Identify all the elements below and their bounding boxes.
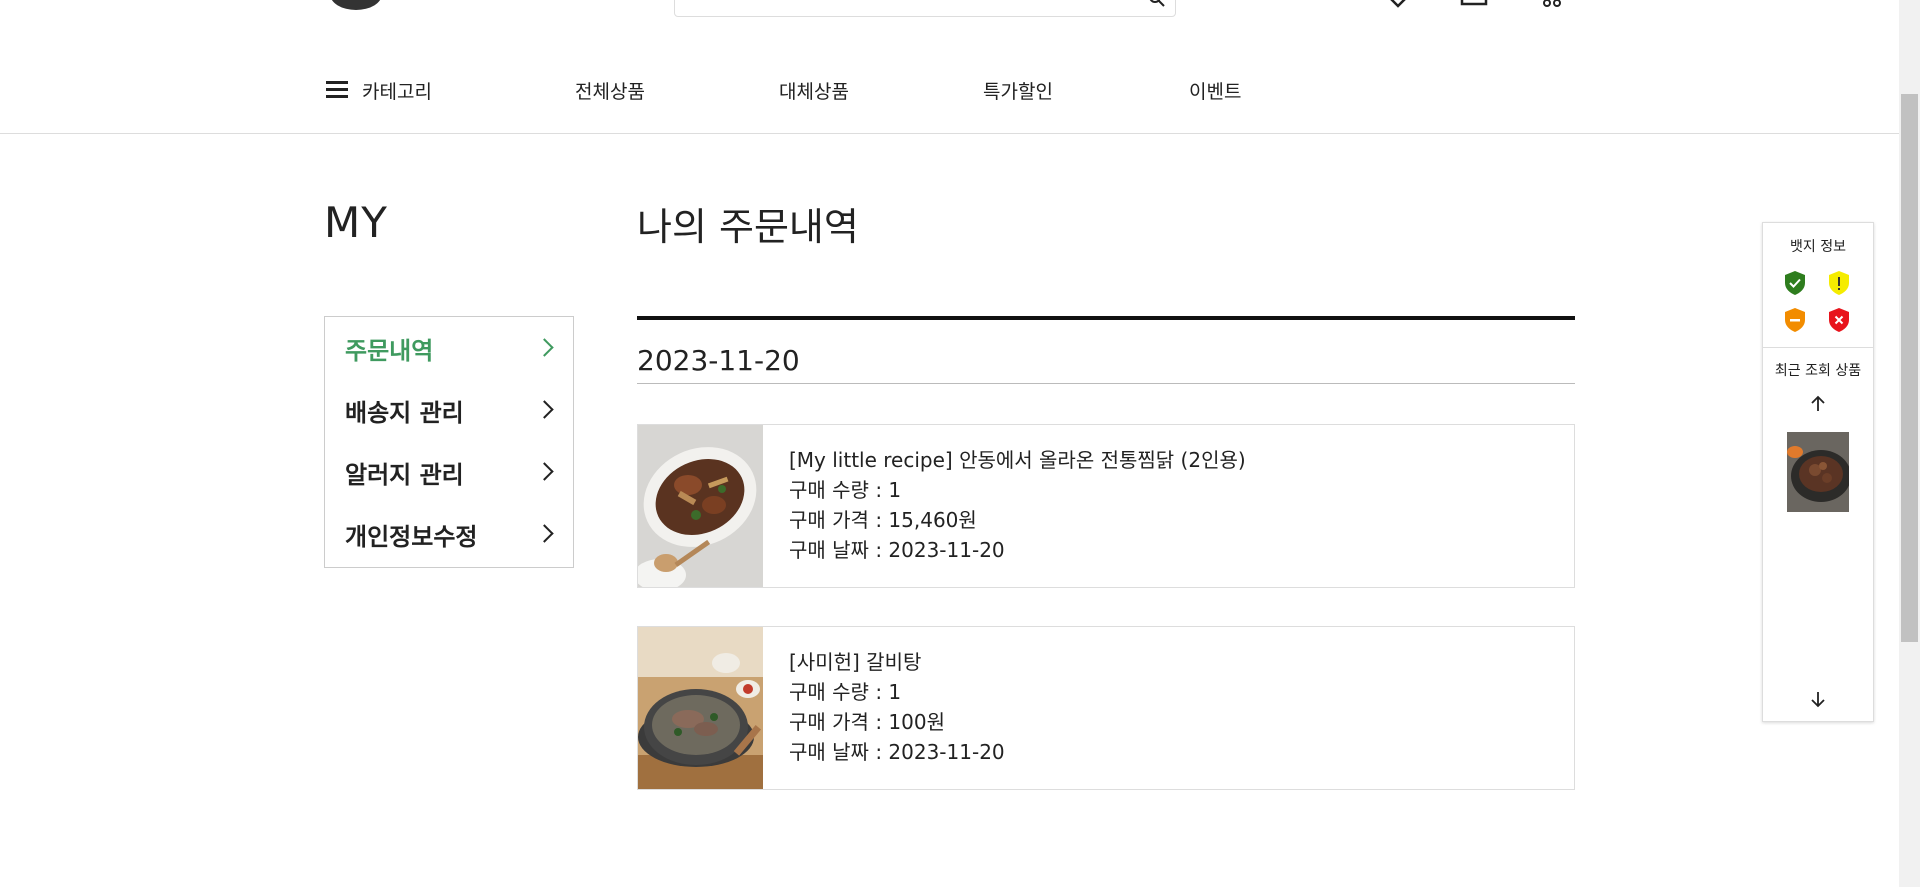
product-thumbnail[interactable] bbox=[638, 627, 763, 789]
order-quantity: 구매 수량 : 1 bbox=[789, 478, 902, 502]
order-card[interactable]: [My little recipe] 안동에서 올라온 전통찜닭 (2인용) 구… bbox=[637, 424, 1575, 588]
product-thumbnail[interactable] bbox=[638, 425, 763, 587]
warning-shield-icon bbox=[1829, 271, 1849, 295]
side-item-orders[interactable]: 주문내역 bbox=[325, 317, 573, 379]
search-input[interactable] bbox=[674, 0, 1176, 17]
order-date-heading: 2023-11-20 bbox=[637, 344, 800, 377]
side-item-label: 주문내역 bbox=[345, 336, 434, 365]
location-icon[interactable] bbox=[1383, 0, 1413, 10]
page-title: 나의 주문내역 bbox=[637, 205, 859, 249]
arrow-up-icon[interactable] bbox=[1809, 395, 1827, 413]
hamburger-icon[interactable] bbox=[326, 81, 348, 99]
badge-panel: 뱃지 정보 최근 조회 상품 bbox=[1762, 222, 1874, 722]
top-header bbox=[0, 0, 1899, 20]
nav-category[interactable]: 카테고리 bbox=[362, 77, 432, 104]
nav-all-products[interactable]: 전체상품 bbox=[575, 77, 645, 104]
chevron-right-icon bbox=[535, 400, 554, 419]
divider bbox=[637, 383, 1575, 384]
side-item-label: 개인정보수정 bbox=[345, 522, 478, 551]
side-item-allergy[interactable]: 알러지 관리 bbox=[325, 441, 573, 503]
product-name[interactable]: [My little recipe] 안동에서 올라온 전통찜닭 (2인용) bbox=[789, 445, 1246, 475]
divider bbox=[637, 316, 1575, 320]
order-quantity: 구매 수량 : 1 bbox=[789, 680, 902, 704]
side-item-addresses[interactable]: 배송지 관리 bbox=[325, 379, 573, 441]
divider bbox=[1763, 347, 1873, 348]
nav-substitute-products[interactable]: 대체상품 bbox=[779, 77, 849, 104]
cart-icon[interactable] bbox=[1535, 0, 1565, 10]
search-icon[interactable] bbox=[1149, 0, 1165, 7]
logo[interactable] bbox=[330, 0, 382, 10]
main-nav: 카테고리 전체상품 대체상품 특가할인 이벤트 bbox=[0, 60, 1899, 134]
chevron-right-icon bbox=[535, 462, 554, 481]
box-icon[interactable] bbox=[1459, 0, 1489, 10]
order-info: [사미헌] 갈비탕 구매 수량 : 1 구매 가격 : 100원 구매 날짜 :… bbox=[789, 647, 1005, 767]
side-item-label: 알러지 관리 bbox=[345, 460, 464, 489]
check-shield-icon bbox=[1785, 271, 1805, 295]
my-page-title: MY bbox=[324, 198, 388, 247]
chevron-right-icon bbox=[535, 338, 554, 357]
badge-info-title: 뱃지 정보 bbox=[1790, 239, 1846, 255]
product-name[interactable]: [사미헌] 갈비탕 bbox=[789, 647, 1005, 677]
order-date: 구매 날짜 : 2023-11-20 bbox=[789, 538, 1005, 562]
order-date: 구매 날짜 : 2023-11-20 bbox=[789, 740, 1005, 764]
nav-special-discount[interactable]: 특가할인 bbox=[983, 77, 1053, 104]
minus-shield-icon bbox=[1785, 308, 1805, 332]
chevron-right-icon bbox=[535, 524, 554, 543]
my-side-menu: 주문내역 배송지 관리 알러지 관리 개인정보수정 bbox=[324, 316, 574, 568]
scrollbar-thumb[interactable] bbox=[1901, 94, 1918, 642]
order-price: 구매 가격 : 15,460원 bbox=[789, 508, 977, 532]
nav-event[interactable]: 이벤트 bbox=[1189, 77, 1241, 104]
arrow-down-icon[interactable] bbox=[1809, 690, 1827, 708]
x-shield-icon bbox=[1829, 308, 1849, 332]
side-item-profile[interactable]: 개인정보수정 bbox=[325, 503, 573, 565]
recently-viewed-title: 최근 조회 상품 bbox=[1774, 363, 1862, 379]
recently-viewed-thumbnail[interactable] bbox=[1787, 432, 1849, 512]
order-card[interactable]: [사미헌] 갈비탕 구매 수량 : 1 구매 가격 : 100원 구매 날짜 :… bbox=[637, 626, 1575, 790]
order-price: 구매 가격 : 100원 bbox=[789, 710, 945, 734]
side-item-label: 배송지 관리 bbox=[345, 398, 464, 427]
order-info: [My little recipe] 안동에서 올라온 전통찜닭 (2인용) 구… bbox=[789, 445, 1246, 565]
